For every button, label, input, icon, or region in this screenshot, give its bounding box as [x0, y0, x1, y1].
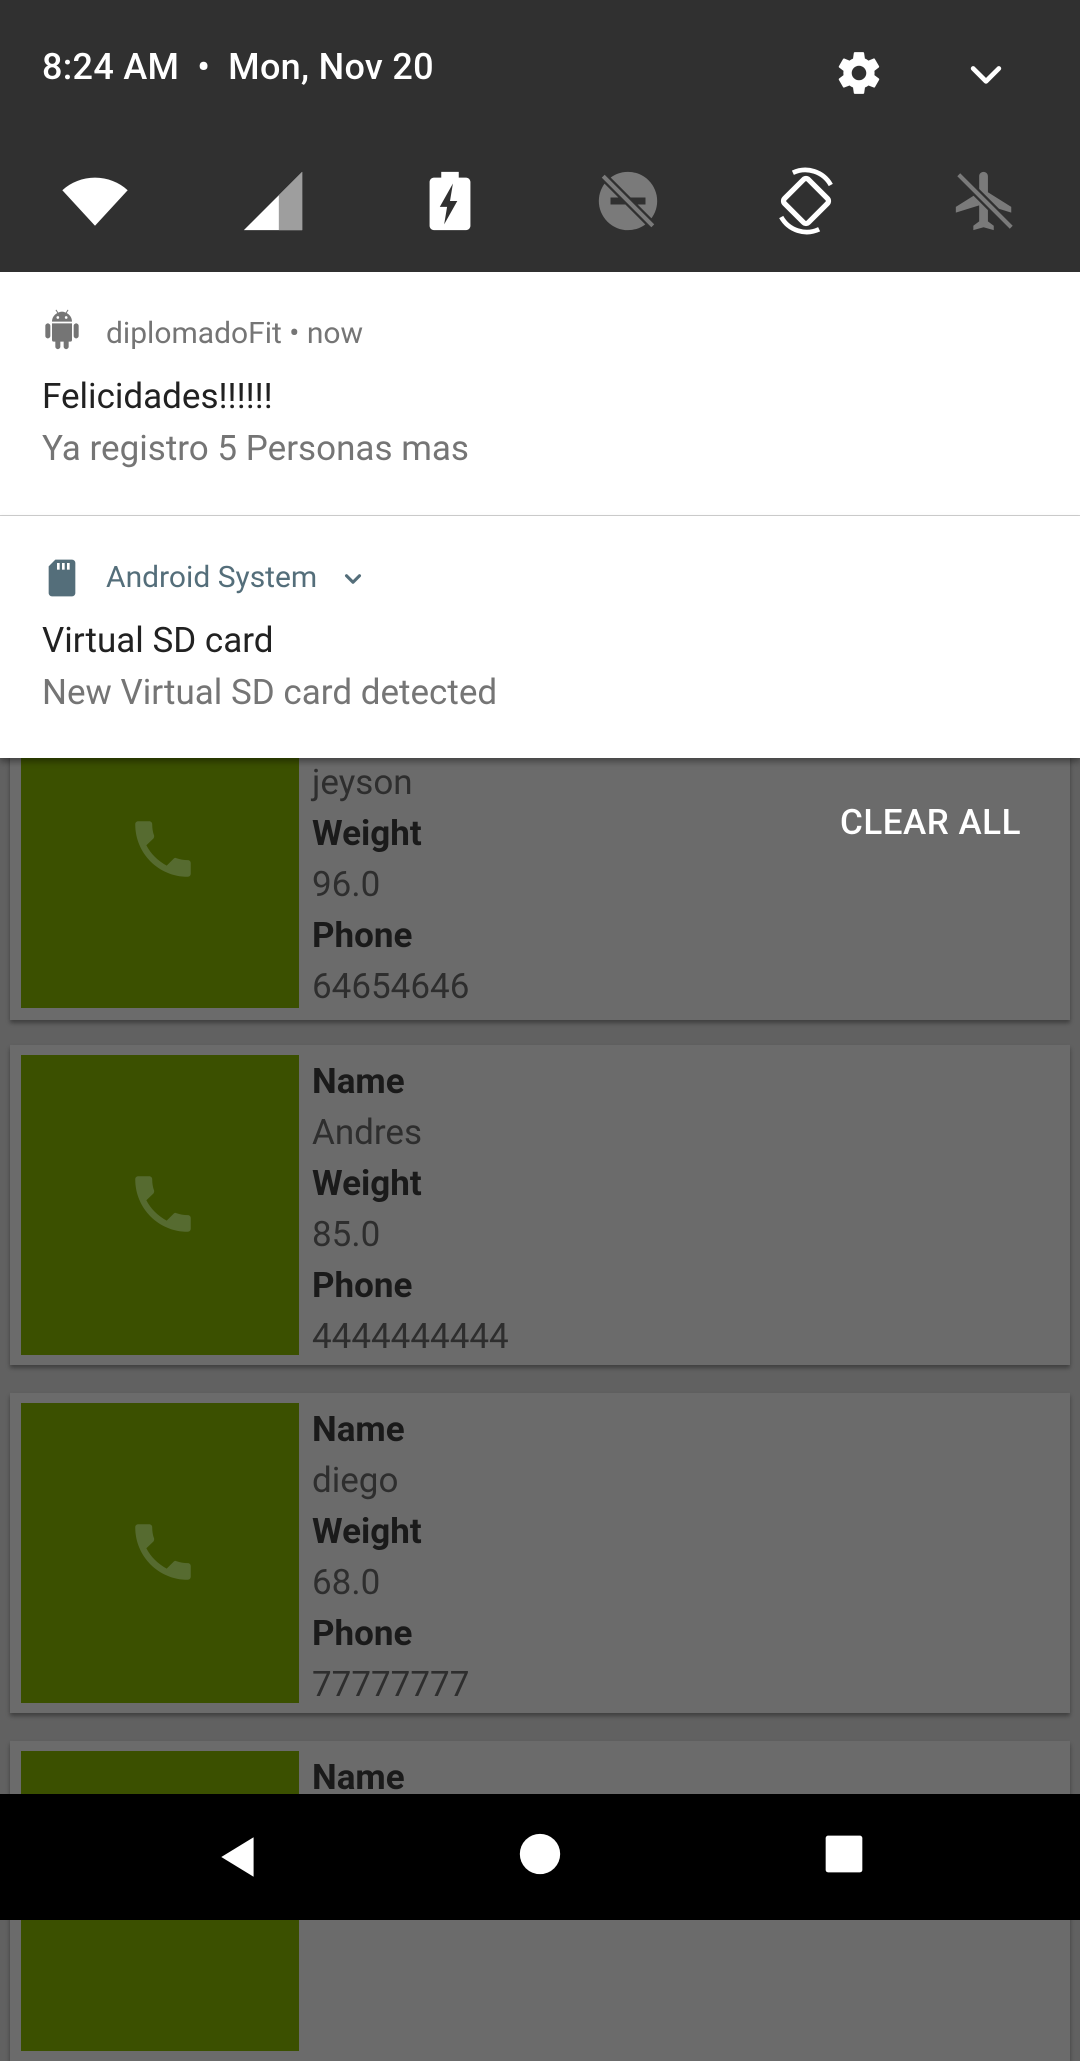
- separator: •: [197, 46, 211, 88]
- phone-icon: [135, 821, 191, 877]
- list-item[interactable]: Name diego Weight 68.0 Phone 77777777: [10, 1393, 1070, 1713]
- name-value: diego: [312, 1460, 399, 1501]
- battery-charging-icon[interactable]: [415, 166, 485, 236]
- name-value: jeyson: [312, 762, 413, 803]
- weight-value: 85.0: [312, 1214, 381, 1255]
- back-icon[interactable]: [214, 1832, 264, 1882]
- name-label: Name: [312, 1061, 405, 1102]
- weight-value: 96.0: [312, 864, 381, 905]
- phone-icon: [135, 1176, 191, 1232]
- thumbnail: [21, 1055, 299, 1355]
- weight-value: 68.0: [312, 1562, 381, 1603]
- app-name: diplomadoFit: [106, 316, 282, 351]
- phone-value: 64654646: [312, 966, 470, 1007]
- airplane-mode-icon[interactable]: [950, 166, 1020, 236]
- navigation-bar: [0, 1794, 1080, 1920]
- notification-text: Ya registro 5 Personas mas: [42, 428, 469, 469]
- sd-card-icon: [48, 559, 76, 597]
- weight-label: Weight: [312, 1511, 422, 1552]
- notification-app-name: Android System: [106, 560, 318, 595]
- weight-label: Weight: [312, 813, 422, 854]
- phone-label: Phone: [312, 1265, 413, 1306]
- cellular-signal-icon[interactable]: [238, 166, 308, 236]
- android-icon: [45, 309, 79, 350]
- phone-icon: [135, 1524, 191, 1580]
- notification-title: Felicidades!!!!!!: [42, 376, 273, 417]
- recents-icon[interactable]: [824, 1834, 864, 1874]
- phone-value: 77777777: [312, 1664, 470, 1705]
- chevron-down-icon[interactable]: [340, 566, 366, 592]
- notification-app-name: diplomadoFit • now: [106, 316, 363, 351]
- notification-text: New Virtual SD card detected: [42, 672, 498, 713]
- expand-chevron-icon[interactable]: [964, 52, 1008, 96]
- phone-value: 4444444444: [312, 1316, 509, 1357]
- name-value: Andres: [312, 1112, 423, 1153]
- clear-all-button[interactable]: CLEAR ALL: [840, 802, 1021, 843]
- settings-gear-icon[interactable]: [834, 48, 884, 98]
- phone-label: Phone: [312, 1613, 413, 1654]
- quick-settings-panel: 8:24 AM • Mon, Nov 20: [0, 0, 1080, 272]
- home-icon[interactable]: [518, 1832, 562, 1876]
- clock: 8:24 AM: [42, 46, 180, 88]
- wifi-icon[interactable]: [60, 166, 130, 236]
- name-label: Name: [312, 1757, 405, 1798]
- date: Mon, Nov 20: [228, 46, 434, 88]
- thumbnail: [21, 1403, 299, 1703]
- weight-label: Weight: [312, 1163, 422, 1204]
- auto-rotate-icon[interactable]: [771, 166, 841, 236]
- date-time: 8:24 AM • Mon, Nov 20: [42, 46, 434, 88]
- phone-label: Phone: [312, 915, 413, 956]
- do-not-disturb-off-icon[interactable]: [593, 166, 663, 236]
- name-label: Name: [312, 1409, 405, 1450]
- list-item[interactable]: Name Andres Weight 85.0 Phone 4444444444: [10, 1045, 1070, 1365]
- notification-title: Virtual SD card: [42, 620, 274, 661]
- notification-time: • now: [289, 316, 364, 351]
